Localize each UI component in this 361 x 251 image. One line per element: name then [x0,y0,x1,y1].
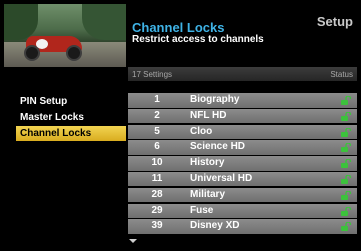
channel-row[interactable]: 11 Universal HD [128,171,357,187]
channel-name: History [190,157,225,169]
channel-number: 5 [154,125,160,137]
list-header-bar: 17 Settings Status [128,67,357,81]
unlocked-padlock-icon [341,222,352,232]
unlocked-padlock-icon [341,174,352,184]
unlocked-padlock-icon [341,143,352,153]
channel-number: 29 [151,204,163,216]
channel-name: Science HD [190,141,246,153]
channel-name: Disney XD [190,220,240,232]
status-column-label: Status [330,70,353,79]
unlocked-padlock-icon [341,159,352,169]
video-preview-thumbnail [4,4,126,67]
channel-row[interactable]: 10 History [128,156,357,171]
channel-number: 11 [151,172,163,184]
channel-name: Universal HD [190,172,253,184]
channel-name: Biography [190,94,240,105]
channel-name: NFL HD [190,109,227,121]
section-label: Setup [316,14,353,29]
scroll-down-arrow-icon[interactable] [129,239,137,243]
channel-row[interactable]: 5 Cloo [128,124,357,140]
unlocked-padlock-icon [341,190,352,200]
unlocked-padlock-icon [341,127,352,137]
unlocked-padlock-icon [341,206,352,216]
channel-number: 10 [151,157,163,169]
channel-number: 2 [154,109,160,121]
setup-menu: PIN Setup Master Locks Channel Locks [16,94,126,142]
channel-row[interactable]: 2 NFL HD [128,108,357,124]
menu-item-channel-locks[interactable]: Channel Locks [16,126,126,141]
channel-number: 28 [151,188,163,200]
menu-item-pin-setup[interactable]: PIN Setup [16,94,126,109]
channel-row[interactable]: 29 Fuse [128,203,357,219]
page-title: Channel Locks [132,20,225,35]
channel-list: 1 Biography 2 NFL HD 5 Cloo 6 Science HD… [128,93,357,235]
channel-name: Cloo [190,125,213,137]
channel-row[interactable]: 1 Biography [128,93,357,108]
channel-row[interactable]: 28 Military [128,187,357,203]
channel-row[interactable]: 39 Disney XD [128,219,357,234]
page-subtitle: Restrict access to channels [132,34,264,45]
channel-name: Military [190,188,226,200]
channel-row[interactable]: 6 Science HD [128,140,357,155]
unlocked-padlock-icon [341,111,352,121]
unlocked-padlock-icon [341,96,352,105]
channel-number: 39 [151,220,163,232]
menu-item-master-locks[interactable]: Master Locks [16,110,126,125]
channel-number: 1 [154,94,160,105]
settings-count: 17 Settings [132,70,173,79]
channel-number: 6 [154,141,160,153]
channel-name: Fuse [190,204,214,216]
channel-locks-screen: Channel Locks Restrict access to channel… [0,0,361,251]
